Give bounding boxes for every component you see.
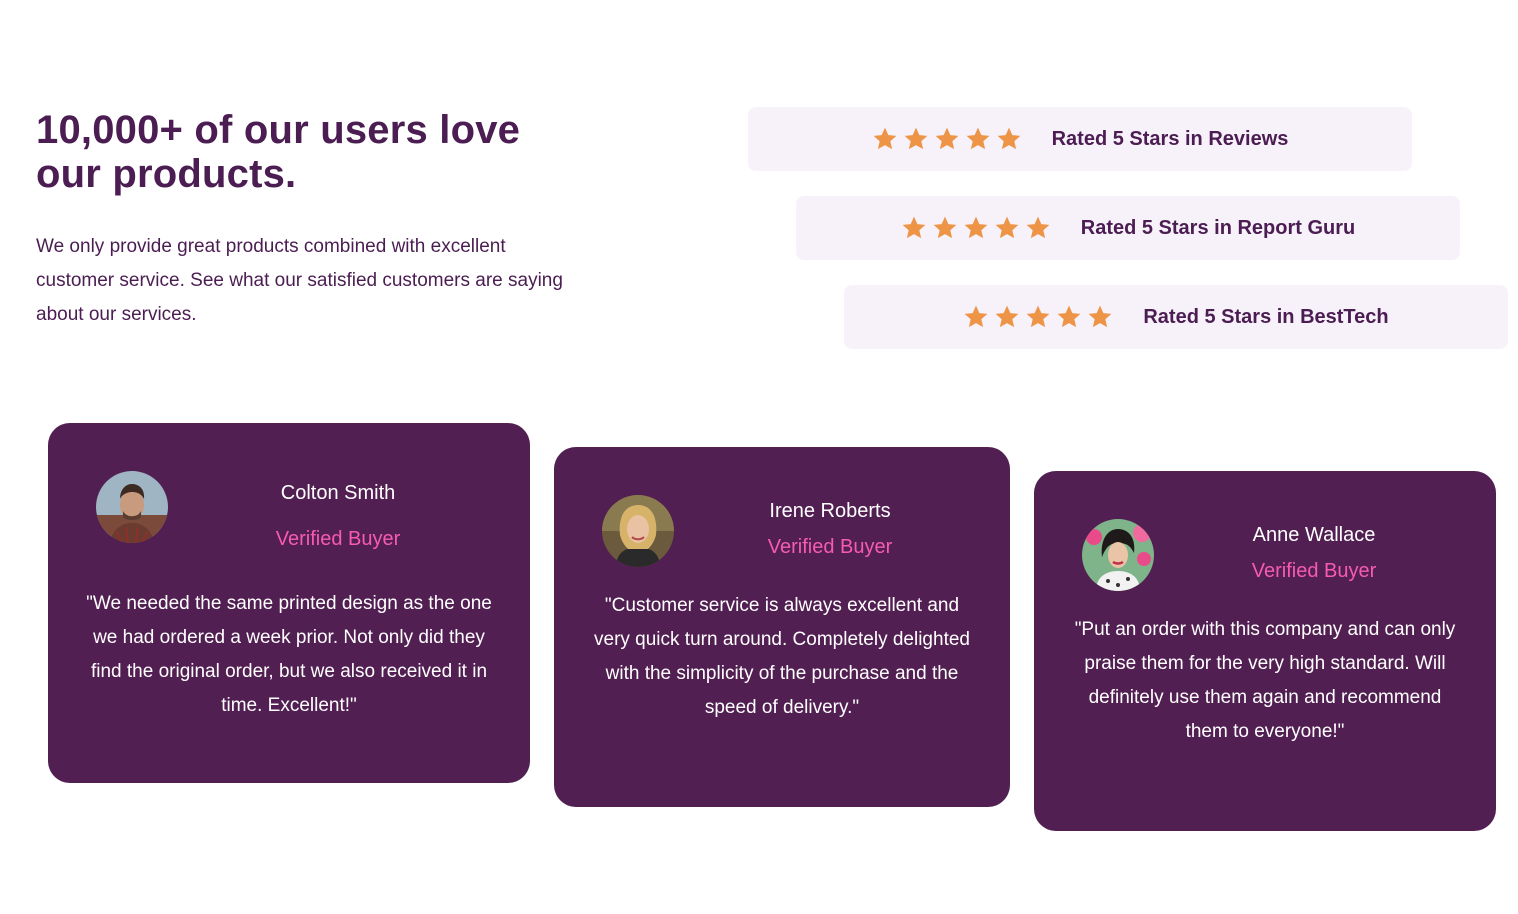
testimonial-card: Colton Smith Verified Buyer "We needed t… — [48, 423, 530, 783]
star-icon — [932, 215, 958, 241]
verified-badge: Verified Buyer — [767, 536, 893, 558]
testimonial-quote: "We needed the same printed design as th… — [86, 593, 492, 716]
avatar — [1082, 519, 1154, 591]
avatar — [96, 471, 168, 543]
rating-label: Rated 5 Stars in BestTech — [1143, 305, 1389, 328]
star-icon — [963, 304, 989, 330]
verified-badge: Verified Buyer — [1251, 560, 1377, 582]
testimonial-quote: "Put an order with this company and can … — [1074, 619, 1456, 742]
star-icon — [903, 126, 929, 152]
verified-badge: Verified Buyer — [275, 528, 401, 550]
star-icon — [901, 215, 927, 241]
testimonial-card: Anne Wallace Verified Buyer "Put an orde… — [1034, 471, 1496, 831]
star-rating — [901, 215, 1051, 241]
rating-label: Rated 5 Stars in Reviews — [1051, 127, 1289, 150]
star-icon — [934, 126, 960, 152]
page-title: 10,000+ of our users love our products. — [36, 108, 521, 196]
star-icon — [965, 126, 991, 152]
reviewer-name: Irene Roberts — [769, 500, 891, 522]
testimonial-card: Irene Roberts Verified Buyer "Customer s… — [554, 447, 1010, 807]
star-icon — [994, 215, 1020, 241]
rating-label: Rated 5 Stars in Report Guru — [1080, 216, 1356, 239]
reviewer-name: Anne Wallace — [1252, 524, 1376, 546]
avatar — [602, 495, 674, 567]
star-icon — [1025, 304, 1051, 330]
reviewer-name: Colton Smith — [280, 482, 396, 504]
testimonial-quote: "Customer service is always excellent an… — [594, 595, 970, 718]
star-icon — [996, 126, 1022, 152]
star-icon — [994, 304, 1020, 330]
star-rating — [872, 126, 1022, 152]
rating-report-guru: Rated 5 Stars in Report Guru — [796, 196, 1460, 260]
star-icon — [872, 126, 898, 152]
star-rating — [963, 304, 1113, 330]
star-icon — [1056, 304, 1082, 330]
star-icon — [1087, 304, 1113, 330]
reviewer-info: Irene Roberts Verified Buyer — [700, 497, 960, 561]
star-icon — [1025, 215, 1051, 241]
intro-section: 10,000+ of our users love our products. … — [36, 108, 576, 332]
rating-reviews: Rated 5 Stars in Reviews — [748, 107, 1412, 171]
reviewer-info: Anne Wallace Verified Buyer — [1184, 521, 1444, 585]
reviewer-info: Colton Smith Verified Buyer — [208, 479, 468, 553]
intro-description: We only provide great products combined … — [36, 236, 563, 325]
star-icon — [963, 215, 989, 241]
rating-besttech: Rated 5 Stars in BestTech — [844, 285, 1508, 349]
